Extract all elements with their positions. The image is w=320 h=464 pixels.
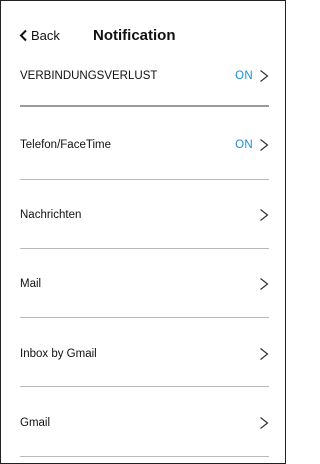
list-item-label: Mail bbox=[20, 278, 42, 290]
list-item-label: VERBINDUNGSVERLUST bbox=[20, 70, 158, 82]
list-item-gmail[interactable]: Gmail bbox=[20, 399, 269, 447]
chevron-right-icon bbox=[260, 70, 269, 82]
divider bbox=[20, 386, 269, 387]
divider bbox=[20, 248, 269, 249]
list-item-nachrichten[interactable]: Nachrichten bbox=[20, 191, 269, 239]
page-title: Notification bbox=[93, 27, 176, 44]
nav-bar: Back Notification bbox=[1, 1, 285, 59]
back-button[interactable]: Back bbox=[19, 28, 60, 43]
divider bbox=[20, 105, 269, 107]
chevron-right-icon bbox=[260, 417, 269, 429]
chevron-right-icon bbox=[260, 139, 269, 151]
list-item-label: Gmail bbox=[20, 417, 51, 429]
status-label: ON bbox=[235, 139, 253, 151]
chevron-right-icon bbox=[260, 278, 269, 290]
list-item-label: Telefon/FaceTime bbox=[20, 139, 111, 151]
chevron-right-icon bbox=[260, 348, 269, 360]
chevron-right-icon bbox=[260, 209, 269, 221]
list-item-label: Inbox by Gmail bbox=[20, 348, 97, 360]
divider bbox=[20, 179, 269, 180]
status-label: ON bbox=[235, 70, 253, 82]
screen-frame: Back Notification VERBINDUNGSVERLUST ON … bbox=[0, 0, 286, 464]
chevron-left-icon bbox=[19, 29, 27, 42]
divider bbox=[20, 456, 269, 457]
list-item-telefon-facetime[interactable]: Telefon/FaceTime ON bbox=[20, 121, 269, 169]
list-item-inbox-by-gmail[interactable]: Inbox by Gmail bbox=[20, 330, 269, 378]
divider bbox=[20, 317, 269, 318]
list-item-verbindungsverlust[interactable]: VERBINDUNGSVERLUST ON bbox=[20, 52, 269, 100]
list-item-label: Nachrichten bbox=[20, 209, 82, 221]
back-label: Back bbox=[31, 28, 60, 43]
list-item-mail[interactable]: Mail bbox=[20, 260, 269, 308]
